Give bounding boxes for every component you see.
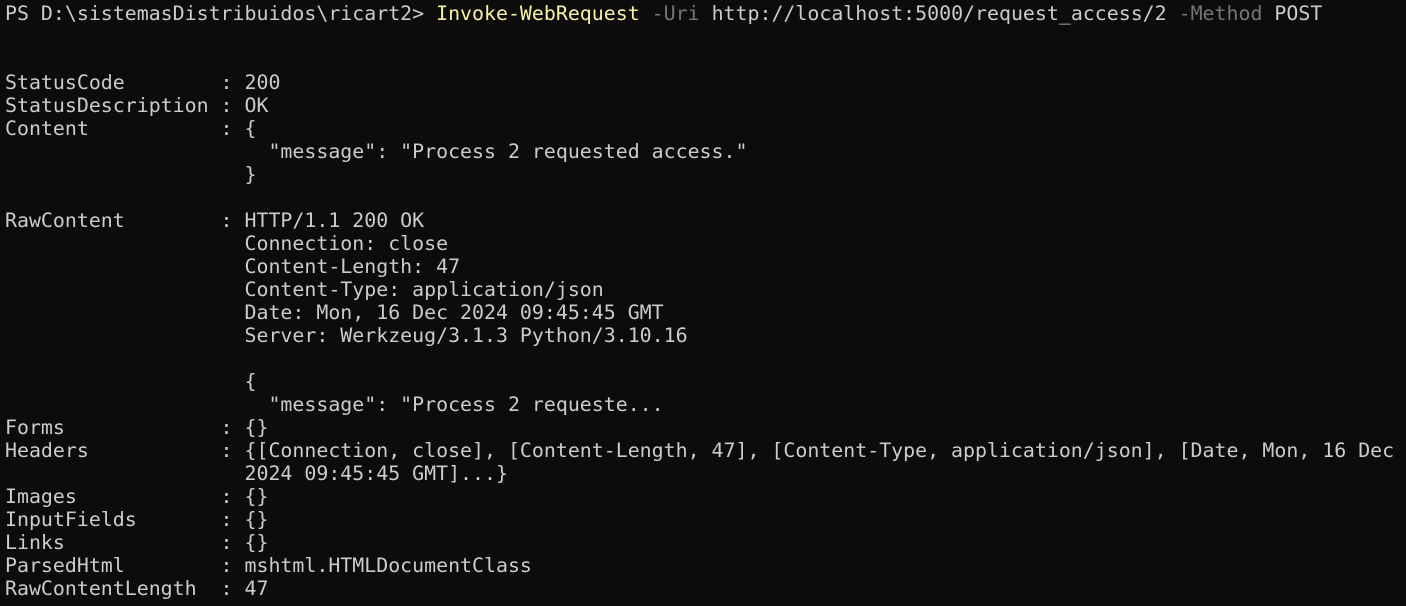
method-value: POST — [1274, 2, 1323, 25]
output-line: Date: Mon, 16 Dec 2024 09:45:45 GMT — [5, 301, 664, 324]
output-line: Server: Werkzeug/3.1.3 Python/3.10.16 — [5, 324, 688, 347]
output-line: Links : {} — [5, 531, 269, 554]
output-line: Content : { — [5, 117, 257, 140]
command-output: StatusCode : 200 StatusDescription : OK Co… — [5, 25, 1406, 600]
output-line: Images : {} — [5, 485, 269, 508]
output-line: "message": "Process 2 requested access." — [5, 140, 748, 163]
output-line: StatusCode : 200 — [5, 71, 281, 94]
output-line: { — [5, 370, 257, 393]
output-line: Connection: close — [5, 232, 449, 255]
prompt-prefix: PS D:\sistemasDistribuidos\ricart2> — [5, 2, 437, 25]
uri-value: http://localhost:5000/request_access/2 — [711, 2, 1167, 25]
output-line: RawContentLength : 47 — [5, 577, 269, 600]
terminal-window[interactable]: PS D:\sistemasDistribuidos\ricart2> Invo… — [5, 2, 1406, 606]
prompt-line[interactable]: PS D:\sistemasDistribuidos\ricart2> Invo… — [5, 2, 1406, 25]
output-line: } — [5, 163, 257, 186]
command-name: Invoke-WebRequest — [436, 2, 640, 25]
output-line: Content-Type: application/json — [5, 278, 604, 301]
output-line: ParsedHtml : mshtml.HTMLDocumentClass — [5, 554, 532, 577]
output-line: "message": "Process 2 requeste... — [5, 393, 664, 416]
method-flag: -Method — [1178, 2, 1263, 25]
output-line: Content-Length: 47 — [5, 255, 461, 278]
output-line: StatusDescription : OK — [5, 94, 269, 117]
output-line: Headers : {[Connection, close], [Content… — [5, 439, 1395, 462]
output-line: RawContent : HTTP/1.1 200 OK — [5, 209, 425, 232]
output-line: 2024 09:45:45 GMT]...} — [5, 462, 508, 485]
output-line: Forms : {} — [5, 416, 269, 439]
uri-flag: -Uri — [651, 2, 700, 25]
output-line: InputFields : {} — [5, 508, 269, 531]
